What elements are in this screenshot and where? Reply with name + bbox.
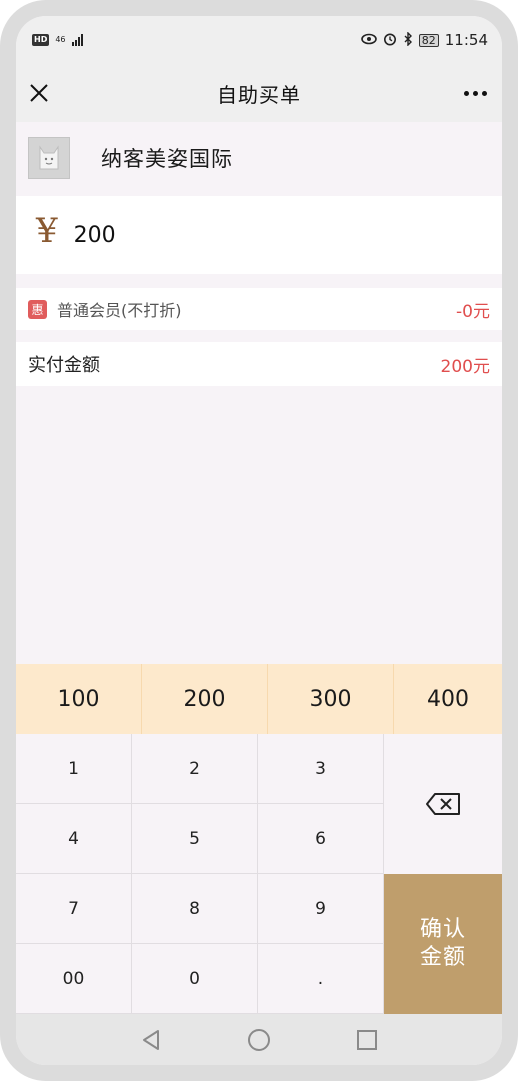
- status-bar: HD 46 82 11:54: [16, 16, 502, 64]
- more-icon: [463, 90, 469, 96]
- key-8[interactable]: 8: [132, 874, 258, 944]
- key-5[interactable]: 5: [132, 804, 258, 874]
- quick-amount-row: 100 200 300 400: [16, 664, 502, 734]
- discount-row: 惠 普通会员(不打折) -0元: [16, 288, 502, 330]
- discount-badge: 惠: [28, 299, 47, 319]
- quick-amount-button[interactable]: 100: [16, 664, 142, 734]
- nav-home-button[interactable]: [244, 1025, 274, 1055]
- total-row: 实付金额 200元: [16, 342, 502, 386]
- quick-amount-button[interactable]: 200: [142, 664, 268, 734]
- more-button[interactable]: [456, 76, 494, 110]
- total-label: 实付金额: [28, 355, 100, 376]
- nav-back-button[interactable]: [136, 1025, 166, 1055]
- amount-value: 200: [73, 222, 116, 248]
- key-00[interactable]: 00: [16, 944, 132, 1014]
- keypad: 1 2 3 4 5 6 7 8 9 00 0 . 确认 金额: [16, 734, 502, 1014]
- amount-input[interactable]: ¥ 200: [16, 196, 502, 274]
- confirm-label-line1: 确认: [419, 917, 466, 942]
- key-6[interactable]: 6: [258, 804, 384, 874]
- discount-info: 惠 普通会员(不打折): [28, 297, 182, 321]
- key-1[interactable]: 1: [16, 734, 132, 804]
- network-type: 46: [55, 35, 66, 44]
- key-dot[interactable]: .: [258, 944, 384, 1014]
- backspace-icon: [426, 793, 460, 815]
- key-0[interactable]: 0: [132, 944, 258, 1014]
- battery-icon: 82: [418, 33, 439, 47]
- close-icon: [30, 84, 48, 102]
- confirm-amount-button[interactable]: 确认 金额: [384, 874, 502, 1014]
- recents-icon: [357, 1029, 377, 1050]
- merchant-logo: [28, 137, 70, 179]
- page-title: 自助买单: [217, 82, 301, 107]
- app-header: 自助买单: [16, 64, 502, 122]
- system-nav-bar: [16, 1014, 502, 1065]
- home-icon: [248, 1028, 270, 1051]
- signal-icon: [71, 34, 83, 46]
- close-button[interactable]: [22, 76, 56, 110]
- key-7[interactable]: 7: [16, 874, 132, 944]
- nav-recents-button[interactable]: [352, 1025, 382, 1055]
- backspace-button[interactable]: [384, 734, 502, 874]
- bluetooth-icon: [403, 30, 413, 49]
- merchant-name: 纳客美姿国际: [101, 147, 233, 171]
- total-value: 200元: [440, 356, 490, 377]
- confirm-label-line2: 金额: [419, 945, 466, 970]
- key-3[interactable]: 3: [258, 734, 384, 804]
- eye-icon: [360, 33, 377, 48]
- quick-amount-button[interactable]: 400: [394, 664, 502, 734]
- key-2[interactable]: 2: [132, 734, 258, 804]
- discount-value: -0元: [456, 301, 490, 322]
- back-icon: [143, 1029, 159, 1050]
- screen: HD 46 82 11:54 自助买单 纳客美姿国际 ¥ 200 惠 普通会员(…: [16, 16, 502, 1065]
- alarm-icon: [383, 32, 397, 49]
- key-9[interactable]: 9: [258, 874, 384, 944]
- discount-label: 普通会员(不打折): [57, 301, 182, 320]
- currency-symbol: ¥: [36, 211, 58, 251]
- merchant-row: 纳客美姿国际: [16, 122, 502, 194]
- key-4[interactable]: 4: [16, 804, 132, 874]
- quick-amount-button[interactable]: 300: [268, 664, 394, 734]
- hd-badge: HD: [32, 34, 50, 46]
- status-right: 82 11:54: [360, 30, 488, 49]
- status-time: 11:54: [444, 31, 488, 49]
- status-left: HD 46: [32, 34, 83, 46]
